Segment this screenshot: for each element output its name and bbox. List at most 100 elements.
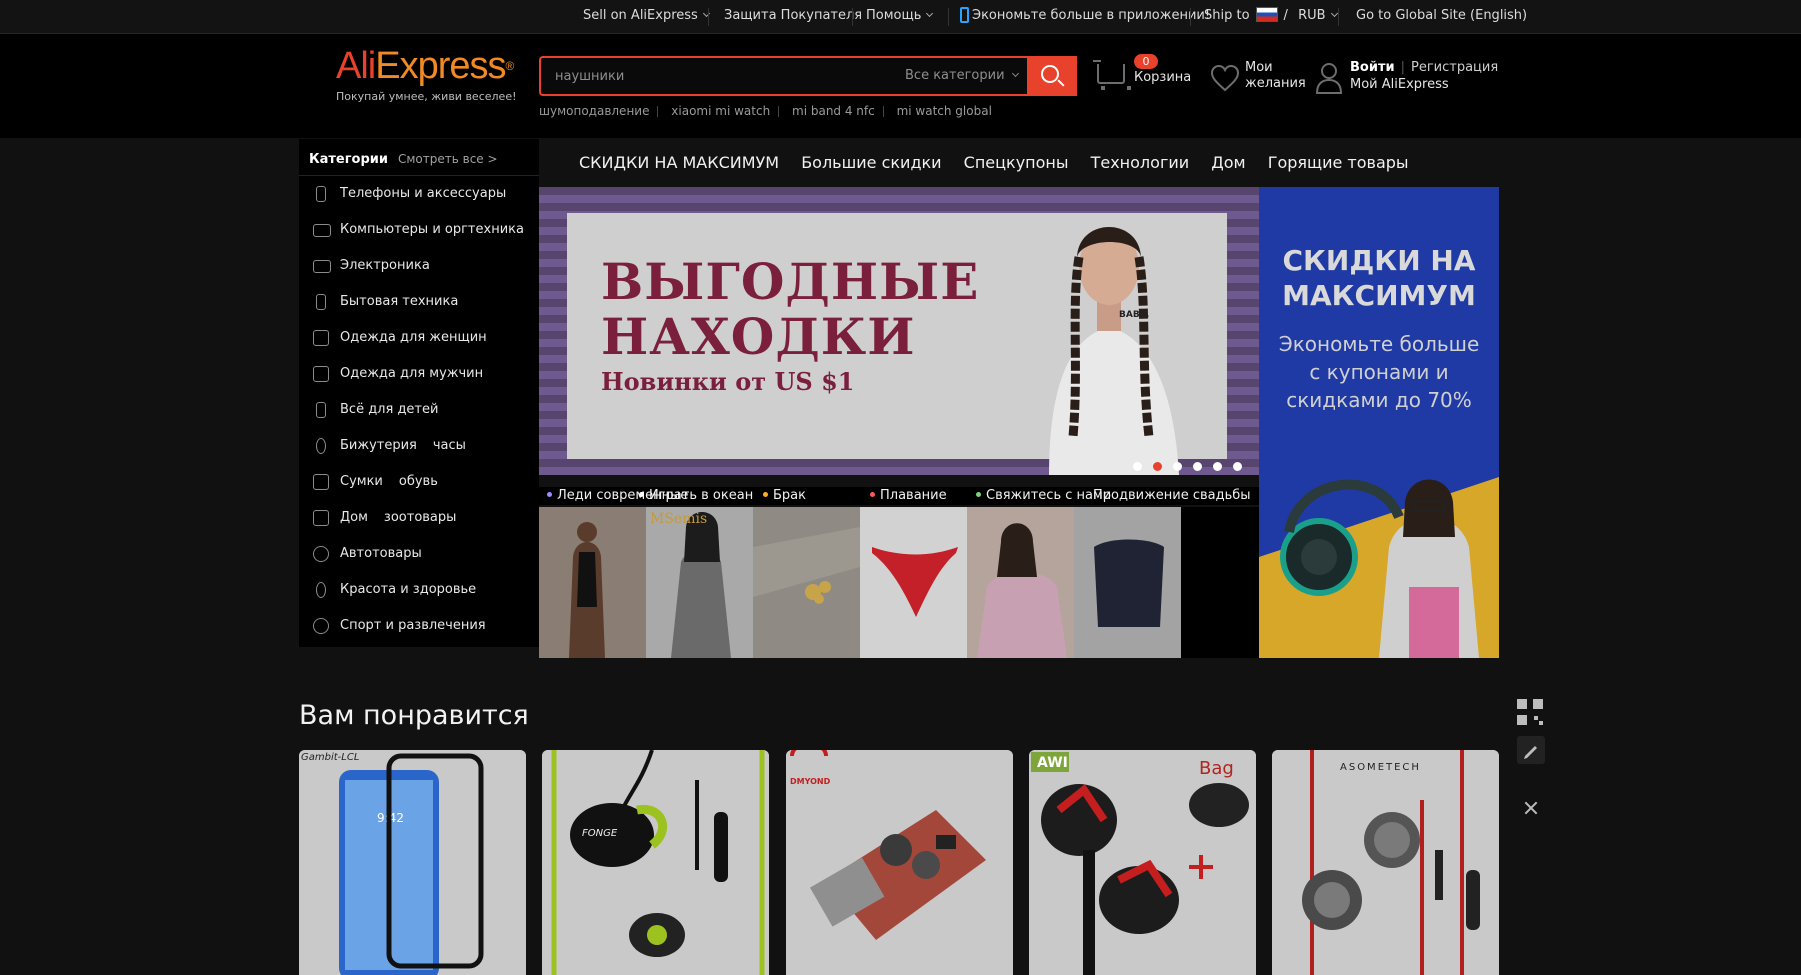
wheel-icon [313, 546, 329, 562]
tile-image-bikini[interactable] [860, 507, 967, 658]
divider: | [1400, 60, 1405, 75]
category-label: Сумки [340, 474, 383, 489]
product-card-metal-earphones[interactable]: ASOMETECH [1272, 750, 1499, 975]
search-input[interactable] [555, 58, 885, 94]
laptop-icon [313, 224, 331, 237]
see-all-categories-link[interactable]: Смотреть все > [398, 152, 498, 166]
search-hint[interactable]: mi watch global [897, 104, 992, 118]
tile-label[interactable]: Играть в океан [639, 487, 753, 505]
carousel-dot[interactable] [1233, 462, 1242, 471]
nav-tab-max-discounts[interactable]: СКИДКИ НА МАКСИМУМ [579, 139, 779, 187]
my-aliexpress-link[interactable]: Мой AliExpress [1350, 77, 1449, 92]
product-card-phone[interactable]: 9:42 Gambit-LCL [299, 750, 526, 975]
sell-on-aliexpress-link[interactable]: Sell on AliExpress [583, 0, 710, 34]
category-item-appliances[interactable]: Бытовая техника [299, 284, 539, 320]
tile-photo: MSemis [646, 507, 753, 658]
divider [1190, 8, 1191, 26]
tile-image-top[interactable] [1074, 507, 1181, 658]
category-item-sport[interactable]: Спорт и развлечения [299, 608, 539, 644]
tile-image-bodysuit[interactable]: MSemis [646, 507, 753, 658]
nav-tab-tech[interactable]: Технологии [1091, 139, 1190, 187]
carousel-dot[interactable] [1173, 462, 1182, 471]
category-label: Бытовая техника [340, 294, 459, 309]
tile-image-brooch[interactable] [753, 507, 860, 658]
feedback-pencil-icon[interactable] [1517, 736, 1545, 764]
cart-count-badge: 0 [1134, 54, 1158, 69]
category-item-home[interactable]: Дом зоотовары [299, 500, 539, 536]
promo-title-line2: МАКСИМУМ [1282, 279, 1476, 312]
register-link[interactable]: Регистрация [1411, 60, 1498, 75]
promo-headphones-image [1259, 477, 1499, 658]
product-card-earphones-bag[interactable]: AWI Bag [1029, 750, 1256, 975]
mirror-icon [316, 582, 326, 598]
divider [778, 106, 780, 117]
divider [948, 8, 949, 26]
close-icon[interactable] [1517, 794, 1545, 822]
chevron-down-icon [1330, 9, 1338, 18]
tile-label[interactable]: Свяжитесь с нами [976, 487, 1111, 505]
tile-label[interactable]: Брак [763, 487, 806, 505]
camera-icon [313, 260, 331, 273]
nav-tab-home[interactable]: Дом [1211, 139, 1245, 187]
product-card-sport-earphones[interactable]: FONGE [542, 750, 769, 975]
pencil-icon [1524, 746, 1537, 759]
category-title: Категории [309, 152, 388, 167]
ship-to-selector[interactable]: Ship to / RUB [1204, 0, 1338, 34]
category-item-electronics[interactable]: Электроника [299, 248, 539, 284]
aliexpress-logo[interactable]: AliExpress® Покупай умнее, живи веселее! [336, 45, 517, 103]
nav-tab-big-discounts[interactable]: Большие скидки [801, 139, 941, 187]
category-item-auto[interactable]: Автотовары [299, 536, 539, 572]
promo-banner[interactable]: СКИДКИ НА МАКСИМУМ Экономьте больше с купо… [1259, 187, 1499, 658]
promo-sub-line3: скидками до 70% [1286, 388, 1472, 412]
tile-label[interactable]: Продвижение свадьбы [1093, 487, 1251, 505]
recommendations-title: Вам понравится [299, 700, 529, 731]
phone-icon [316, 186, 326, 202]
tile-strip: MSemis [539, 507, 1259, 658]
help-menu[interactable]: Помощь [866, 0, 934, 34]
nav-tab-hot[interactable]: Горящие товары [1268, 139, 1409, 187]
category-label: Спорт и развлечения [340, 618, 486, 633]
login-link[interactable]: Войти [1350, 60, 1395, 75]
shirt-icon [313, 366, 329, 382]
product-image: ASOMETECH [1272, 750, 1499, 975]
category-item-kids[interactable]: Всё для детей [299, 392, 539, 428]
logo-part-express: Express [375, 45, 506, 87]
search-button[interactable] [1027, 56, 1077, 96]
carousel-dot[interactable] [1213, 462, 1222, 471]
app-promo-link[interactable]: Экономьте больше в приложении! [960, 0, 1210, 34]
qr-code-icon[interactable] [1517, 699, 1545, 727]
product-image: DMYOND [786, 750, 1013, 975]
nav-tab-coupons[interactable]: Спецкупоны [964, 139, 1069, 187]
global-site-link[interactable]: Go to Global Site (English) [1356, 0, 1527, 34]
carousel-dot[interactable] [1153, 462, 1162, 471]
category-item-jewelry[interactable]: Бижутерия часы [299, 428, 539, 464]
tile-image-swimsuit[interactable] [539, 507, 646, 658]
banner-title-line1: ВЫГОДНЫЕ [601, 252, 980, 311]
hero-banner[interactable]: ВЫГОДНЫЕ НАХОДКИ Новинки от US $1 BABE. [539, 187, 1259, 475]
category-item-computers[interactable]: Компьютеры и оргтехника [299, 212, 539, 248]
search-hints: шумоподавление xiaomi mi watch mi band 4… [539, 104, 1000, 118]
category-item-women[interactable]: Одежда для женщин [299, 320, 539, 356]
logo-part-ali: Ali [336, 45, 376, 87]
search-hint[interactable]: mi band 4 nfc [792, 104, 875, 118]
carousel-dot[interactable] [1193, 462, 1202, 471]
product-card-usb-module[interactable]: DMYOND [786, 750, 1013, 975]
search-category-label: Все категории [905, 68, 1005, 83]
ball-icon [313, 618, 329, 634]
category-item-beauty[interactable]: Красота и здоровье [299, 572, 539, 608]
search-hint[interactable]: xiaomi mi watch [671, 104, 770, 118]
search-category-select[interactable]: Все категории [905, 58, 1045, 94]
buyer-protection-link[interactable]: Защита Покупателя [724, 0, 862, 34]
banner-shirt-text: BABE. [1119, 310, 1149, 320]
product-brand-mark: FONGE [582, 828, 618, 839]
tile-image-pajamas[interactable] [967, 507, 1074, 658]
search-hint[interactable]: шумоподавление [539, 104, 649, 118]
cart-label: Корзина [1134, 70, 1192, 85]
category-item-phones[interactable]: Телефоны и аксессуары [299, 176, 539, 212]
category-item-bags[interactable]: Сумки обувь [299, 464, 539, 500]
category-item-men[interactable]: Одежда для мужчин [299, 356, 539, 392]
logo-tagline: Покупай умнее, живи веселее! [336, 90, 517, 103]
tile-photo [1074, 507, 1181, 658]
carousel-dot[interactable] [1133, 462, 1142, 471]
tile-label[interactable]: Плавание [870, 487, 947, 505]
